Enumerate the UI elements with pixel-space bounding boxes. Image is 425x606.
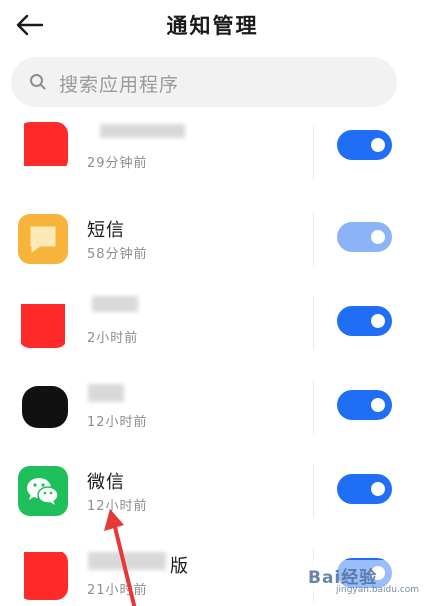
list-item[interactable]: 微信 12小时前 <box>0 454 425 538</box>
redacted-app-icon <box>18 298 68 348</box>
app-name: 微信 <box>87 472 125 493</box>
notification-toggle[interactable] <box>337 390 392 420</box>
divider <box>313 380 314 434</box>
header: 通知管理 <box>0 0 425 52</box>
app-time: 58分钟前 <box>87 247 148 262</box>
app-list: 29分钟前 短信 58分钟前 2小时前 12小时前 微信 12小时前 版 21小… <box>0 118 425 606</box>
notification-settings-screen: 通知管理 搜索应用程序 29分钟前 短信 58分钟前 2小时前 12小时前 微信… <box>0 0 425 606</box>
notification-toggle[interactable] <box>337 306 392 336</box>
page-title: 通知管理 <box>166 14 259 38</box>
search-input[interactable]: 搜索应用程序 <box>11 57 397 107</box>
redacted-app-icon <box>18 550 68 600</box>
list-item[interactable]: 2小时前 <box>0 286 425 370</box>
watermark-subtext: jingyan.baidu.com <box>336 585 420 595</box>
redacted-app-icon <box>18 122 68 172</box>
list-item[interactable]: 29分钟前 <box>0 118 425 200</box>
notification-toggle[interactable] <box>337 474 392 504</box>
app-name: 版 <box>170 556 189 577</box>
list-item[interactable]: 12小时前 <box>0 370 425 454</box>
divider <box>313 296 314 350</box>
app-time: 2小时前 <box>87 331 139 346</box>
divider <box>313 212 314 266</box>
app-name: 短信 <box>87 220 125 241</box>
annotation-arrow-icon <box>104 509 136 606</box>
wechat-icon <box>18 466 68 516</box>
sms-icon <box>18 214 68 264</box>
app-time: 12小时前 <box>87 415 148 430</box>
divider <box>313 464 314 518</box>
redacted-app-icon <box>18 382 68 432</box>
app-time: 29分钟前 <box>87 156 148 171</box>
search-icon <box>30 74 46 90</box>
divider <box>313 126 314 180</box>
notification-toggle[interactable] <box>337 130 392 160</box>
list-item[interactable]: 短信 58分钟前 <box>0 202 425 286</box>
search-placeholder: 搜索应用程序 <box>59 74 180 96</box>
notification-toggle[interactable] <box>337 222 392 252</box>
